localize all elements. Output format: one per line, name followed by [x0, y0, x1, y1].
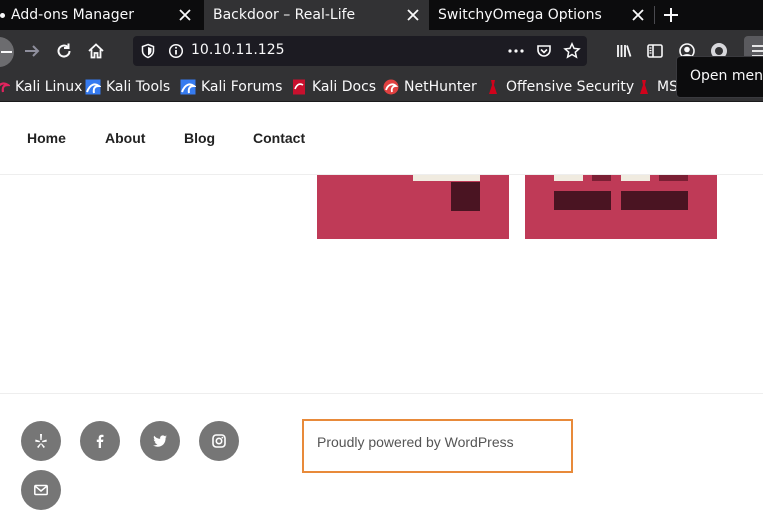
open-menu-tooltip: Open menu [676, 56, 763, 98]
kali-dragon-icon [0, 82, 10, 93]
bookmark-label: Kali Tools [106, 79, 171, 95]
tab-label: SwitchyOmega Options [438, 7, 602, 23]
addons-icon [0, 12, 5, 18]
bookmark-label: Kali Docs [312, 79, 377, 95]
library-icon [617, 45, 632, 57]
url-bar[interactable]: 10.10.11.125 [133, 36, 587, 66]
sidebar-button[interactable] [641, 37, 669, 65]
tab-backdoor[interactable]: Backdoor – Real-Life [204, 0, 429, 30]
nav-about-link[interactable]: About [105, 130, 145, 146]
page-actions-icon[interactable] [507, 43, 525, 59]
bookmark-kali-tools[interactable]: Kali Tools [85, 72, 170, 102]
twitter-link[interactable] [140, 421, 180, 461]
sidebar-icon [647, 44, 663, 58]
bookmark-kali-docs[interactable]: Kali Docs [291, 72, 376, 102]
url-text[interactable]: 10.10.11.125 [191, 42, 285, 58]
yelp-icon [35, 434, 47, 448]
reload-icon [57, 43, 71, 58]
instagram-link[interactable] [199, 421, 239, 461]
instagram-icon [212, 434, 226, 448]
bookmark-nethunter[interactable]: NetHunter [383, 72, 477, 102]
post-thumbnail[interactable] [317, 175, 509, 239]
bookmark-star-icon[interactable] [563, 42, 581, 60]
bookmark-kali-forums[interactable]: Kali Forums [180, 72, 282, 102]
tab-strip: Add-ons Manager Backdoor – Real-Life Swi… [0, 0, 763, 30]
powered-by-wordpress-link[interactable]: Proudly powered by WordPress [317, 434, 514, 450]
facebook-link[interactable] [80, 421, 120, 461]
kali-tools-icon [85, 79, 101, 95]
twitter-icon [153, 435, 167, 447]
site-info-focus-box: Proudly powered by WordPress [302, 419, 573, 473]
nav-blog-link[interactable]: Blog [184, 130, 215, 146]
kali-docs-icon [293, 79, 305, 95]
footer-divider [0, 393, 763, 394]
tab-label: Backdoor – Real-Life [213, 7, 356, 23]
bookmark-label: Kali Linux [15, 79, 83, 95]
close-icon[interactable] [177, 7, 193, 23]
home-icon [88, 43, 104, 59]
bookmark-label: NetHunter [404, 79, 477, 95]
web-page: Home About Blog Contact Proudly powered … [0, 103, 763, 525]
msfu-icon [640, 80, 648, 94]
bookmarks-toolbar: Kali Linux Kali Tools Kali Forums Kali D… [0, 72, 763, 102]
yelp-link[interactable] [21, 421, 61, 461]
post-thumbnail[interactable] [525, 175, 717, 239]
email-link[interactable] [21, 470, 61, 510]
bookmark-label: Kali Forums [201, 79, 283, 95]
kali-forums-icon [180, 79, 196, 95]
tab-switchyomega[interactable]: SwitchyOmega Options [429, 0, 654, 30]
back-arrow-icon [1, 51, 12, 53]
bookmark-label: Offensive Security [506, 79, 635, 95]
tooltip-text: Open menu [690, 68, 763, 84]
home-button[interactable] [82, 37, 110, 65]
library-button[interactable] [610, 37, 638, 65]
plus-icon [664, 8, 678, 22]
tab-separator [654, 6, 655, 24]
bookmark-offensive-security[interactable]: Offensive Security [485, 72, 634, 102]
site-navigation: Home About Blog Contact [0, 103, 763, 175]
forward-button[interactable] [18, 37, 46, 65]
nethunter-icon [383, 79, 399, 95]
nav-contact-link[interactable]: Contact [253, 130, 305, 146]
forward-arrow-icon [25, 45, 40, 57]
close-icon[interactable] [630, 7, 646, 23]
tab-label: Add-ons Manager [11, 7, 134, 23]
bookmark-kali-linux[interactable]: Kali Linux [0, 72, 82, 102]
tab-addons-manager[interactable]: Add-ons Manager [0, 0, 201, 30]
new-tab-button[interactable] [656, 0, 686, 30]
offsec-icon [489, 80, 497, 94]
nav-home-link[interactable]: Home [27, 130, 66, 146]
email-icon [34, 484, 48, 496]
back-button[interactable] [0, 37, 14, 67]
reload-button[interactable] [50, 37, 78, 65]
facebook-icon [96, 434, 104, 448]
shield-icon[interactable] [140, 43, 156, 59]
close-icon[interactable] [405, 7, 421, 23]
pocket-icon[interactable] [536, 43, 552, 59]
info-icon[interactable] [168, 43, 184, 59]
